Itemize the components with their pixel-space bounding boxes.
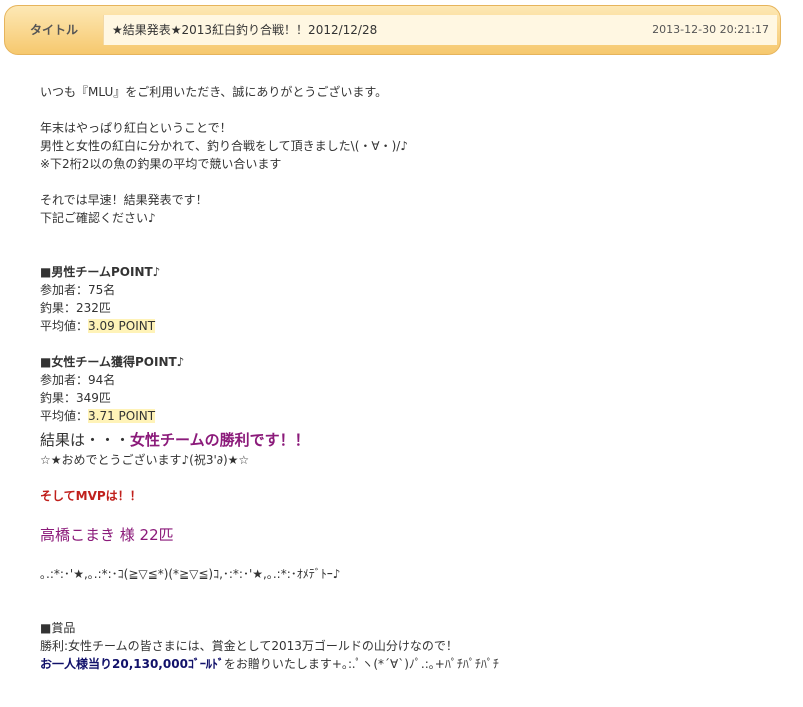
prize-amount-rest: をお贈りいたします+｡:.ﾟヽ(*´∀`)ﾉﾟ.:｡+ﾊﾟﾁﾊﾟﾁﾊﾟﾁ bbox=[223, 657, 499, 671]
intro-line-1: いつも『MLU』をご利用いただき、誠にありがとうございます。 bbox=[40, 85, 388, 99]
intro-line-3: 男性と女性の紅白に分かれて、釣り合戦をして頂きました\(・∀・)/♪ bbox=[40, 139, 408, 153]
prize-amount: お一人様当り20,130,000ｺﾞｰﾙﾄﾞ bbox=[40, 657, 224, 671]
post-title-bar: タイトル ★結果発表★2013紅白釣り合戦！！2012/12/28 2013-1… bbox=[4, 5, 781, 55]
post-body: いつも『MLU』をご利用いただき、誠にありがとうございます。 年末はやっぱり紅白… bbox=[40, 83, 780, 673]
congrats-line: ☆★おめでとうございます♪(祝3'∂)★☆ bbox=[40, 453, 250, 467]
title-label: タイトル bbox=[29, 23, 78, 37]
title-field: ★結果発表★2013紅白釣り合戦！！2012/12/28 2013-12-30 … bbox=[103, 15, 777, 45]
female-average-label: 平均値： bbox=[40, 409, 89, 423]
male-participants: 参加者：75名 bbox=[40, 283, 116, 297]
result-line: 結果は・・・女性チームの勝利です！！ bbox=[40, 429, 780, 451]
prize-heading: ■賞品 bbox=[40, 621, 76, 635]
prize-description: 勝利:女性チームの皆さまには、賞金として2013万ゴールドの山分けなので！ bbox=[40, 639, 458, 653]
male-average-label: 平均値： bbox=[40, 319, 89, 333]
post-datetime: 2013-12-30 20:21:17 bbox=[652, 23, 769, 36]
intro-line-5: それでは早速！結果発表です！ bbox=[40, 193, 208, 207]
male-team-heading: ■男性チームPOINT♪ bbox=[40, 265, 161, 279]
female-average: 平均値：3.71 POINT bbox=[40, 407, 780, 425]
female-team-heading: ■女性チーム獲得POINT♪ bbox=[40, 355, 185, 369]
post-subject: ★結果発表★2013紅白釣り合戦！！2012/12/28 bbox=[112, 23, 378, 37]
female-catch: 釣果：349匹 bbox=[40, 391, 111, 405]
male-average-value: 3.09 POINT bbox=[88, 319, 156, 333]
female-participants: 参加者：94名 bbox=[40, 373, 116, 387]
female-average-value: 3.71 POINT bbox=[88, 409, 156, 423]
male-average: 平均値：3.09 POINT bbox=[40, 317, 780, 335]
intro-line-6: 下記ご確認ください♪ bbox=[40, 211, 156, 225]
prize-amount-line: お一人様当り20,130,000ｺﾞｰﾙﾄﾞをお贈りいたします+｡:.ﾟヽ(*´… bbox=[40, 655, 780, 673]
result-winner: 女性チームの勝利です！！ bbox=[130, 431, 310, 449]
mvp-name: 高橋こまき 様 22匹 bbox=[40, 526, 174, 544]
intro-line-2: 年末はやっぱり紅白ということで！ bbox=[40, 121, 232, 135]
male-catch: 釣果：232匹 bbox=[40, 301, 111, 315]
mvp-decoration: ｡.:*:･'★,｡.:*:･ｺ(≧▽≦*)(*≧▽≦)ｺ,･:*:･'★,｡.… bbox=[40, 567, 341, 581]
result-prefix: 結果は・・・ bbox=[40, 431, 131, 449]
intro-line-4: ※下2桁2以の魚の釣果の平均で競い合います bbox=[40, 157, 282, 171]
mvp-heading: そしてMVPは！！ bbox=[40, 489, 142, 503]
